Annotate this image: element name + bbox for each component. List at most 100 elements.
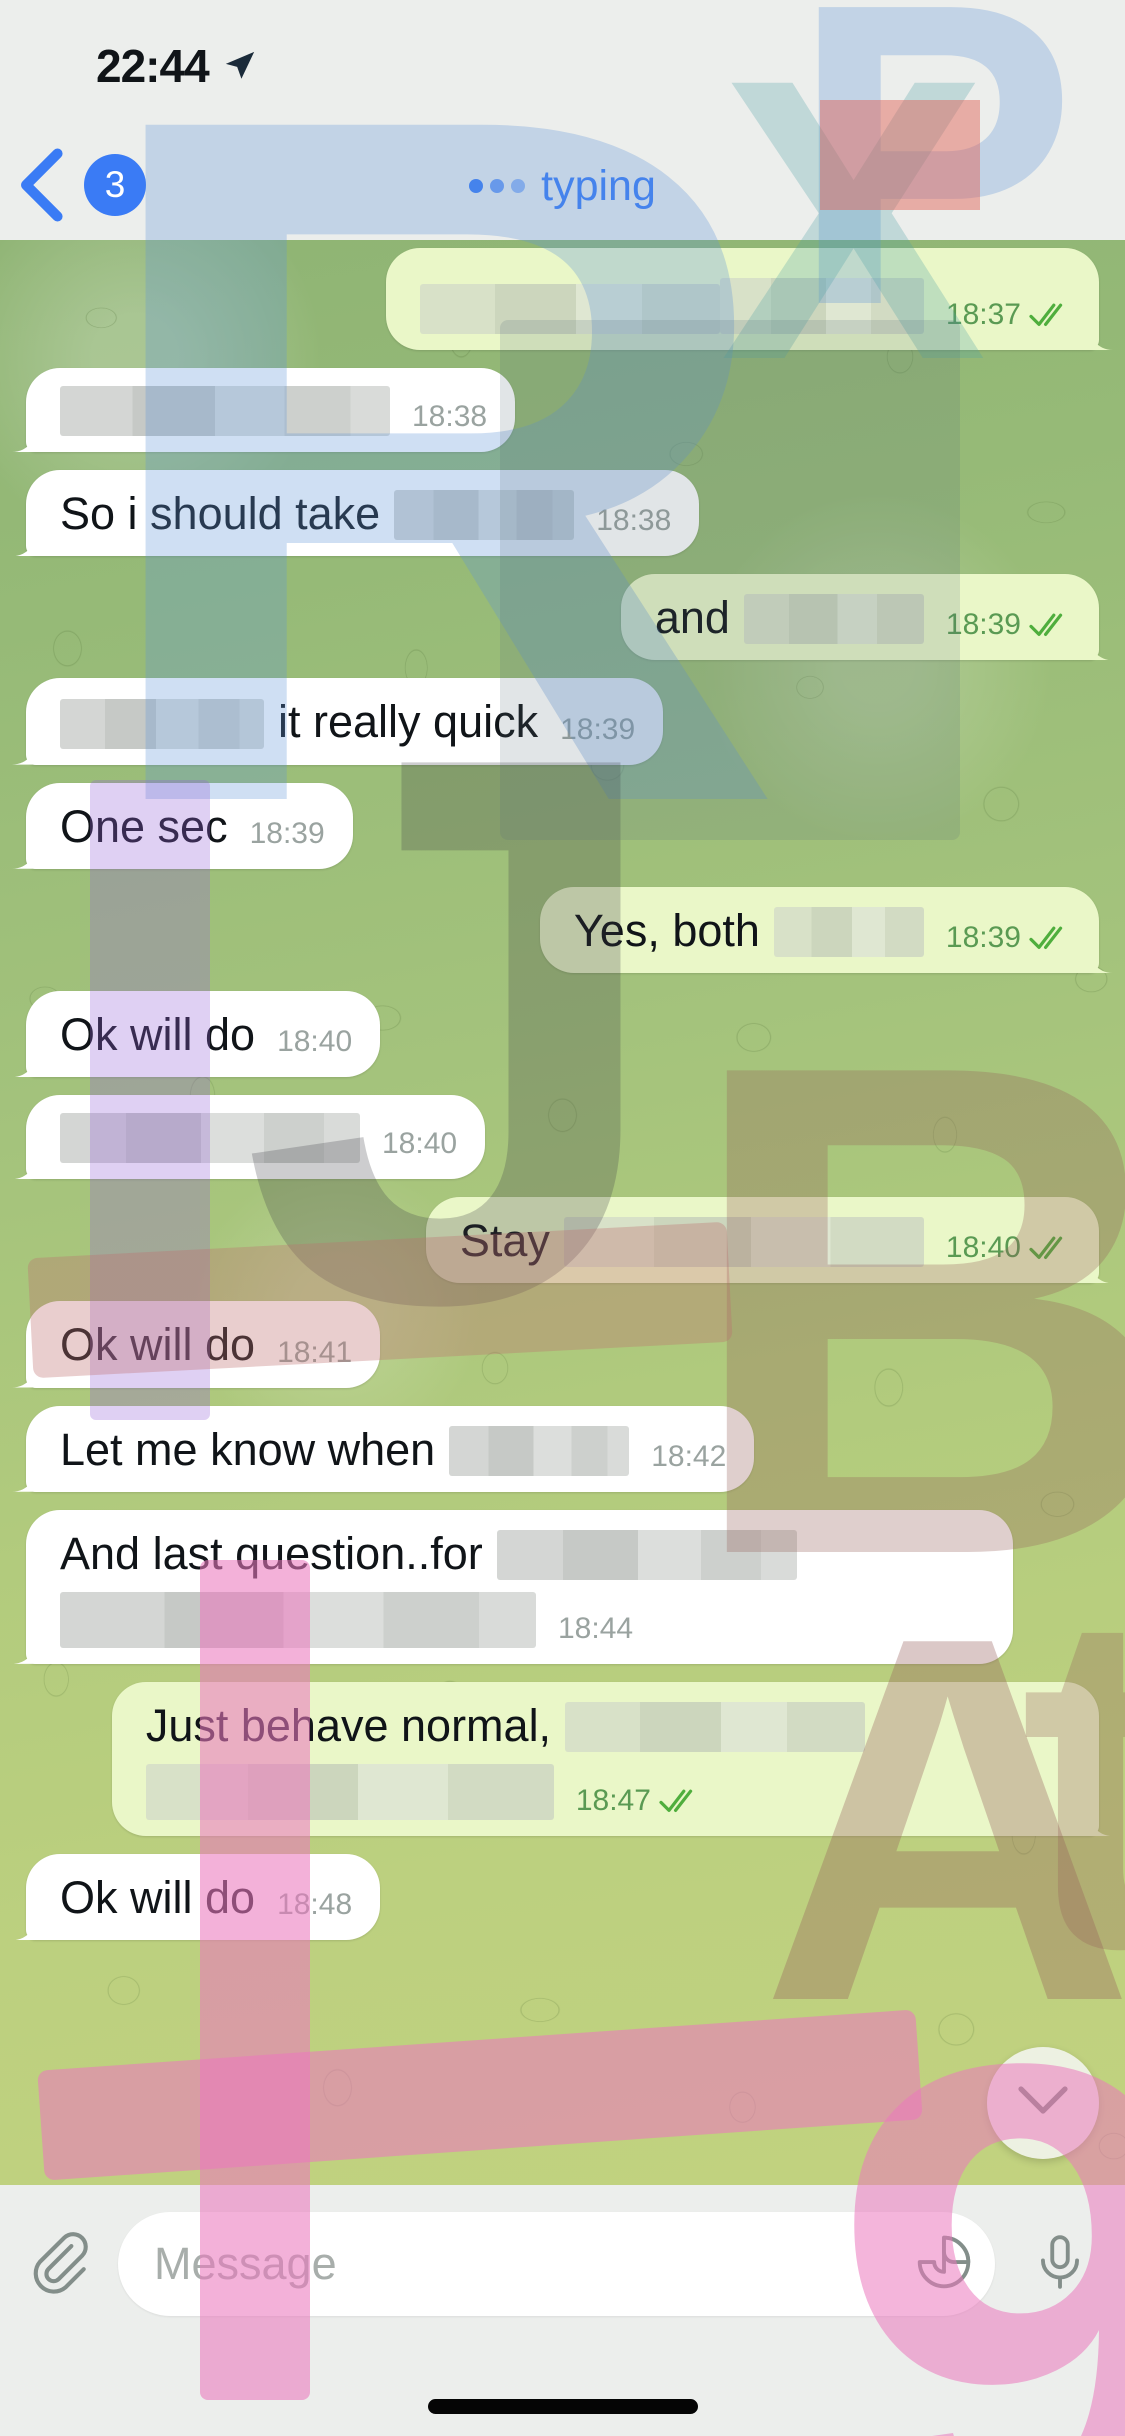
- message-text: So i should take: [60, 488, 381, 539]
- phone-screen: 22:44 3 typing 18:37 18:38 So i should t…: [0, 0, 1125, 2436]
- message-meta: 18:48: [277, 1888, 352, 1924]
- message-text: One sec: [60, 800, 228, 852]
- message-meta: 18:39: [560, 713, 635, 749]
- message-time: 18:48: [277, 1888, 353, 1922]
- message-row[interactable]: Ok will do 18:41: [26, 1301, 1099, 1388]
- message-meta: 18:39: [946, 608, 1071, 644]
- message-row[interactable]: 18:40: [26, 1095, 1099, 1180]
- status-bar: 22:44: [0, 0, 1125, 132]
- message-row[interactable]: 18:38: [26, 368, 1099, 452]
- home-indicator: [427, 2399, 698, 2414]
- message-row[interactable]: and 18:39: [26, 574, 1099, 661]
- incoming-message-bubble[interactable]: Ok will do 18:41: [26, 1301, 381, 1388]
- message-meta: 18:38: [412, 400, 487, 436]
- message-meta: 18:47: [576, 1784, 701, 1820]
- message-text: Ok will do: [60, 1008, 256, 1060]
- message-text: and: [654, 592, 730, 644]
- read-receipt-icon: [1029, 612, 1071, 638]
- message-time: 18:40: [277, 1025, 353, 1059]
- message-text: Let me know when: [60, 1423, 436, 1475]
- message-input[interactable]: [154, 2238, 959, 2290]
- message-list[interactable]: 18:37 18:38 So i should take 18:38 and 18:39 i…: [0, 240, 1125, 2185]
- message-row[interactable]: And last question..for 18:44: [26, 1509, 1099, 1664]
- message-text: Ok will do: [60, 1872, 256, 1924]
- message-row[interactable]: Stay 18:40: [26, 1197, 1099, 1284]
- redacted-text: [565, 1702, 866, 1753]
- message-time: 18:38: [596, 504, 672, 538]
- scroll-to-bottom-button[interactable]: [987, 2047, 1099, 2159]
- chat-title-area[interactable]: typing: [0, 132, 1125, 240]
- message-time: 18:39: [945, 920, 1021, 954]
- message-meta: 18:37: [946, 298, 1071, 334]
- outgoing-message-bubble[interactable]: Yes, both 18:39: [539, 886, 1099, 973]
- paperclip-icon: [26, 2229, 92, 2300]
- location-arrow-icon: [223, 49, 257, 83]
- redacted-text: [773, 906, 924, 957]
- redacted-text: [449, 1425, 630, 1476]
- message-meta: 18:42: [651, 1440, 726, 1476]
- message-row[interactable]: One sec 18:39: [26, 782, 1099, 869]
- message-time: 18:44: [558, 1611, 634, 1645]
- sticker-icon: [913, 2231, 975, 2298]
- message-input-bar: [0, 2185, 1125, 2436]
- message-row[interactable]: Ok will do 18:40: [26, 990, 1099, 1078]
- message-time: 18:47: [575, 1784, 651, 1818]
- incoming-message-bubble[interactable]: Ok will do 18:48: [26, 1854, 381, 1941]
- message-meta: 18:40: [946, 1231, 1071, 1267]
- redacted-text: [496, 1529, 797, 1580]
- incoming-message-bubble[interactable]: One sec 18:39: [26, 782, 353, 869]
- incoming-message-bubble[interactable]: And last question..for 18:44: [26, 1509, 1014, 1664]
- incoming-message-bubble[interactable]: it really quick 18:39: [26, 678, 664, 765]
- message-text: Stay: [459, 1215, 550, 1267]
- message-time: 18:39: [945, 608, 1021, 642]
- message-row[interactable]: Let me know when 18:42: [26, 1405, 1099, 1492]
- microphone-icon: [1029, 2231, 1091, 2298]
- incoming-message-bubble[interactable]: So i should take 18:38: [26, 470, 700, 557]
- read-receipt-icon: [1029, 925, 1071, 951]
- message-meta: 18:44: [558, 1612, 633, 1648]
- message-row[interactable]: Ok will do 18:48: [26, 1854, 1099, 1941]
- redacted-text: [60, 1113, 360, 1164]
- redacted-text: [60, 386, 390, 436]
- message-row[interactable]: So i should take 18:38: [26, 470, 1099, 557]
- message-text: Just behave normal,: [145, 1699, 552, 1751]
- typing-dots-icon: [469, 179, 526, 193]
- message-text: it really quick: [278, 696, 539, 748]
- message-time: 18:38: [412, 400, 488, 433]
- typing-status-label: typing: [541, 161, 656, 210]
- outgoing-message-bubble[interactable]: Stay 18:40: [425, 1197, 1099, 1284]
- voice-record-button[interactable]: [995, 2231, 1125, 2298]
- incoming-message-bubble[interactable]: Let me know when 18:42: [26, 1405, 755, 1492]
- message-meta: 18:40: [277, 1025, 352, 1061]
- redacted-text: [419, 284, 720, 334]
- redacted-text: [60, 698, 264, 749]
- outgoing-message-bubble[interactable]: 18:37: [385, 248, 1099, 350]
- message-meta: 18:41: [277, 1336, 352, 1372]
- message-meta: 18:39: [250, 817, 325, 853]
- message-time: 18:39: [560, 712, 636, 746]
- incoming-message-bubble[interactable]: Ok will do 18:40: [26, 990, 381, 1078]
- sticker-button[interactable]: [913, 2231, 975, 2298]
- message-meta: 18:40: [382, 1127, 457, 1163]
- outgoing-message-bubble[interactable]: Just behave normal, 18:47: [111, 1681, 1099, 1837]
- message-text: And last question..for: [60, 1527, 483, 1579]
- redacted-text: [60, 1591, 536, 1648]
- redacted-text: [563, 1217, 924, 1268]
- incoming-message-bubble[interactable]: 18:40: [26, 1095, 486, 1180]
- attach-button[interactable]: [0, 2229, 118, 2300]
- message-text: Yes, both: [573, 904, 760, 956]
- message-time: 18:42: [651, 1439, 727, 1473]
- status-time: 22:44: [96, 40, 210, 92]
- message-row[interactable]: Just behave normal, 18:47: [26, 1681, 1099, 1837]
- message-row[interactable]: Yes, both 18:39: [26, 886, 1099, 973]
- incoming-message-bubble[interactable]: 18:38: [26, 368, 516, 452]
- read-receipt-icon: [659, 1788, 701, 1814]
- message-time: 18:39: [249, 816, 325, 850]
- redacted-text: [719, 278, 924, 334]
- message-row[interactable]: it really quick 18:39: [26, 678, 1099, 765]
- outgoing-message-bubble[interactable]: and 18:39: [620, 574, 1099, 661]
- message-time: 18:40: [382, 1127, 458, 1161]
- message-row[interactable]: 18:37: [26, 248, 1099, 350]
- message-input-field[interactable]: [118, 2212, 995, 2316]
- message-time: 18:41: [277, 1335, 353, 1369]
